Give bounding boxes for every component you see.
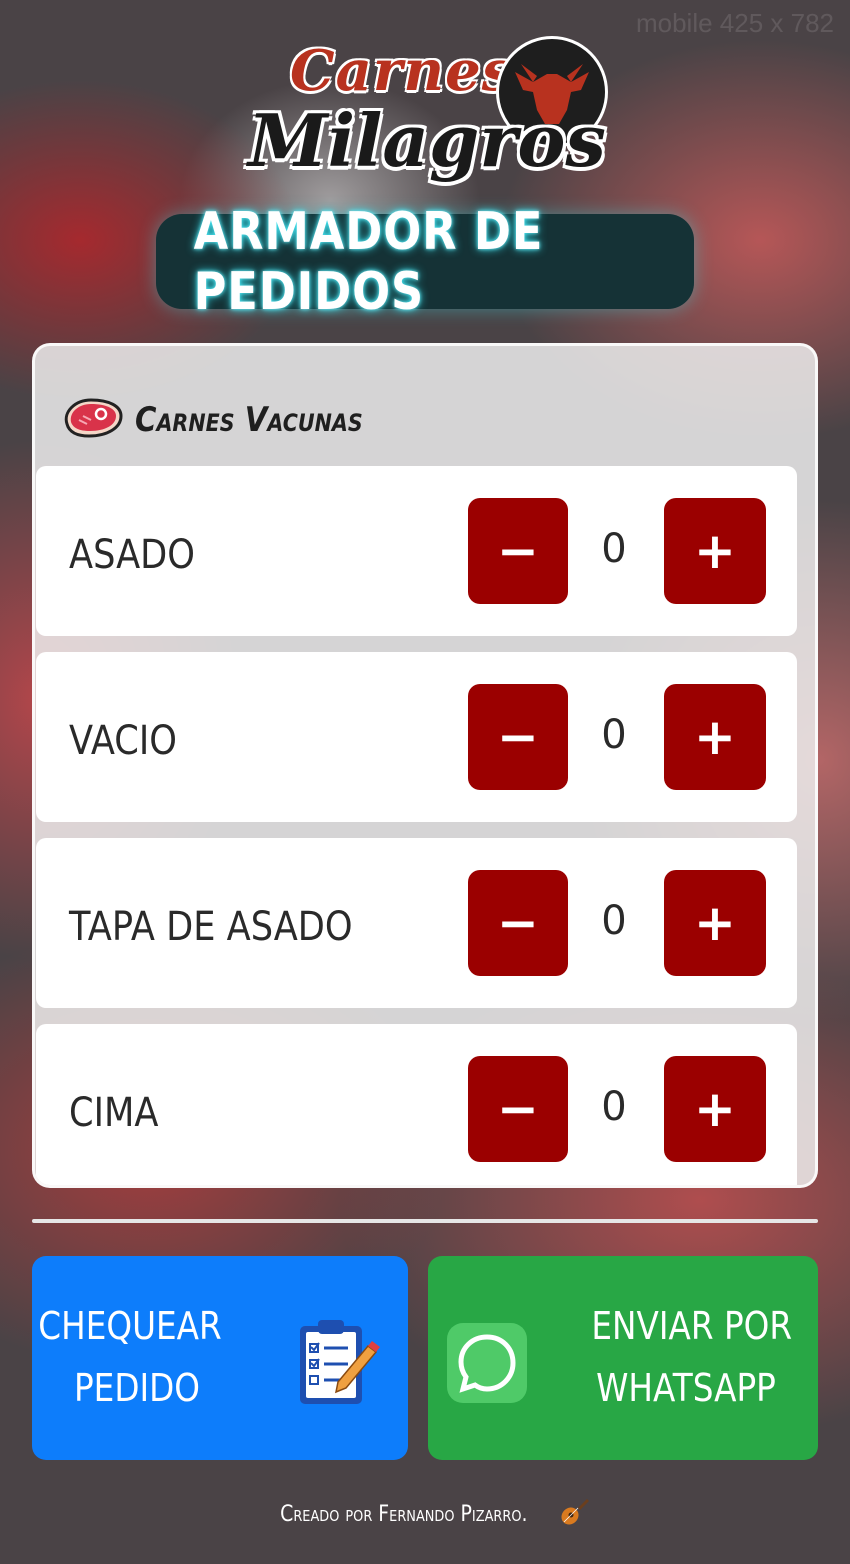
decrease-button[interactable]: −: [468, 684, 568, 790]
increase-button[interactable]: +: [664, 684, 766, 790]
quantity-value: 0: [601, 712, 627, 758]
send-whatsapp-label-line2: WHATSAPP: [596, 1366, 776, 1410]
decrease-button[interactable]: −: [468, 870, 568, 976]
quantity-value: 0: [601, 1084, 627, 1130]
list-item: ASADO − 0 +: [36, 466, 797, 636]
footer-credit: Creado por Fernando Pizarro.: [0, 1496, 850, 1534]
decrease-button[interactable]: −: [468, 1056, 568, 1162]
increase-button[interactable]: +: [664, 870, 766, 976]
send-whatsapp-label-line1: ENVIAR POR: [591, 1304, 793, 1348]
footer-text: Creado por Fernando Pizarro.: [279, 1502, 528, 1527]
decrease-button[interactable]: −: [468, 498, 568, 604]
product-name: TAPA DE ASADO: [69, 904, 353, 950]
list-item: TAPA DE ASADO − 0 +: [36, 838, 797, 1008]
logo-top-word: Carnes: [290, 38, 515, 104]
list-item: CIMA − 0 +: [36, 1024, 797, 1185]
product-list: ASADO − 0 + VACIO − 0 + TAPA DE ASADO − …: [36, 466, 797, 1185]
product-name: VACIO: [69, 718, 177, 764]
product-name: CIMA: [69, 1090, 159, 1136]
check-order-button[interactable]: CHEQUEAR PEDIDO: [32, 1256, 408, 1460]
increase-button[interactable]: +: [664, 1056, 766, 1162]
steak-icon: [61, 394, 125, 446]
page-title-banner: ARMADOR DE PEDIDOS: [156, 202, 694, 322]
logo-bottom-word: Milagros: [248, 98, 606, 183]
brand-logo: Carnes Milagros: [240, 36, 620, 206]
section-title: Carnes Vacunas: [135, 400, 363, 440]
increase-button[interactable]: +: [664, 498, 766, 604]
divider: [32, 1219, 818, 1223]
quantity-value: 0: [601, 526, 627, 572]
clipboard-checklist-icon: [294, 1316, 380, 1417]
section-header: Carnes Vacunas: [61, 394, 400, 446]
page-title: ARMADOR DE PEDIDOS: [193, 201, 544, 322]
guitar-icon: [558, 1496, 590, 1534]
check-order-label-line1: CHEQUEAR: [38, 1304, 222, 1348]
send-whatsapp-button[interactable]: ENVIAR POR WHATSAPP: [428, 1256, 818, 1460]
check-order-label-line2: PEDIDO: [73, 1366, 201, 1410]
list-item: VACIO − 0 +: [36, 652, 797, 822]
whatsapp-icon: [447, 1323, 527, 1403]
quantity-value: 0: [601, 898, 627, 944]
order-panel: Carnes Vacunas ASADO − 0 + VACIO − 0 + T…: [32, 343, 818, 1188]
product-name: ASADO: [69, 532, 195, 578]
viewport-size-label: mobile 425 x 782: [635, 8, 834, 38]
